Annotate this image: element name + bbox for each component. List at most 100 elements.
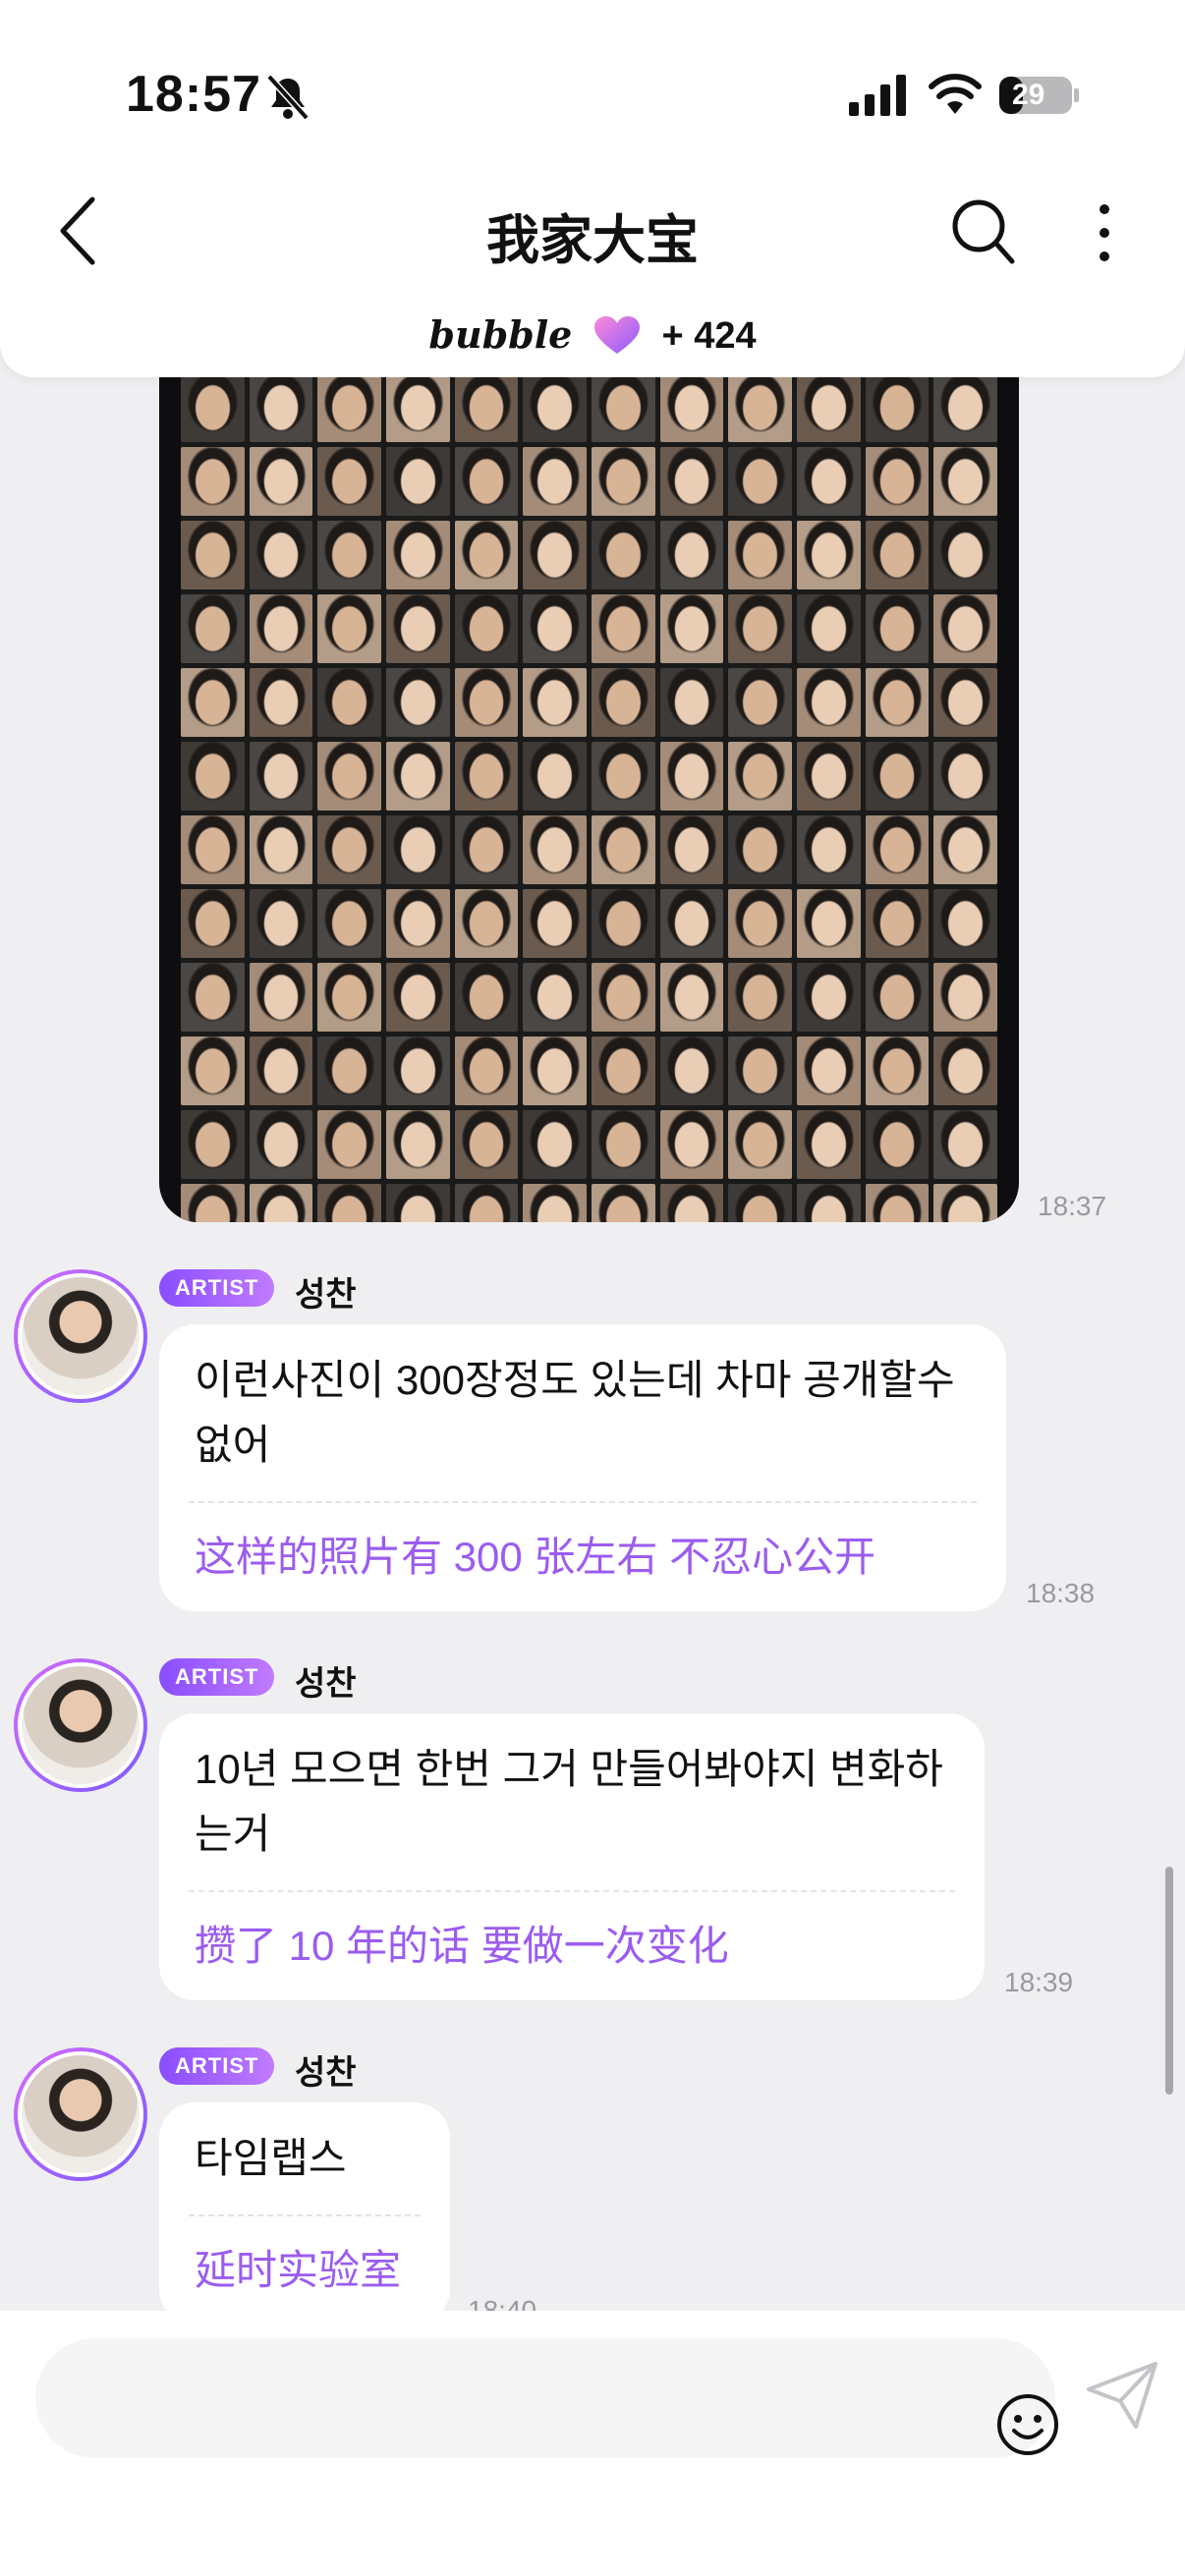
message-bubble[interactable]: 이런사진이 300장정도 있는데 차마 공개할수 없어 这样的照片有 300 张…	[159, 1324, 1006, 1611]
artist-badge: ARTIST	[159, 1269, 275, 1307]
photo-tile	[385, 373, 450, 442]
photo-tile	[523, 668, 587, 737]
message-translation: 延时实验室	[195, 2247, 402, 2293]
photo-tile	[796, 742, 861, 811]
message-input-bar	[0, 2311, 1185, 2576]
emoji-button[interactable]	[994, 2391, 1061, 2458]
photo-tile	[454, 1184, 519, 1222]
photo-tile	[865, 1036, 930, 1105]
photo-tile	[659, 594, 724, 663]
photo-message[interactable]	[159, 373, 1019, 1222]
photo-tile	[181, 889, 245, 958]
photo-tile	[249, 521, 313, 589]
photo-tile	[933, 889, 997, 958]
avatar[interactable]	[14, 2047, 147, 2181]
photo-tile	[523, 1110, 587, 1179]
photo-tile	[454, 1110, 519, 1179]
message-time: 18:37	[1038, 1191, 1107, 1221]
photo-tile	[454, 668, 519, 737]
photo-tile	[933, 521, 997, 589]
message-text: 타임랩스	[195, 2135, 347, 2181]
photo-tile	[249, 594, 313, 663]
photo-tile	[659, 889, 724, 958]
photo-tile	[523, 447, 587, 516]
photo-tile	[591, 447, 655, 516]
battery-level: 29	[1012, 79, 1045, 111]
message-translation: 这样的照片有 300 张左右 不忍心公开	[195, 1534, 876, 1580]
photo-tile	[728, 1184, 792, 1222]
photo-tile	[385, 889, 450, 958]
photo-tile	[796, 963, 861, 1032]
photo-tile	[659, 815, 724, 884]
sender-name: 성찬	[295, 2054, 357, 2092]
send-button[interactable]	[1085, 2360, 1159, 2431]
message-text: 이런사진이 300장정도 있는데 차마 공개할수 없어	[195, 1357, 955, 1468]
message-time: 18:39	[1004, 1967, 1074, 1997]
sender-name: 성찬	[295, 1665, 357, 1703]
photo-tile	[659, 1110, 724, 1179]
photo-tile	[249, 889, 313, 958]
photo-tile	[865, 889, 930, 958]
photo-tile	[317, 594, 381, 663]
photo-tile	[385, 742, 450, 811]
photo-tile	[933, 373, 997, 442]
scrollbar[interactable]	[1165, 1867, 1173, 2095]
photo-tile	[865, 521, 930, 589]
photo-tile	[385, 1110, 450, 1179]
message-bubble[interactable]: 10년 모으면 한번 그거 만들어봐야지 변화하는거 攒了 10 年的话 要做一…	[159, 1713, 985, 2000]
message-bubble[interactable]: 타임랩스 延时实验室	[159, 2102, 450, 2324]
photo-tile	[865, 447, 930, 516]
search-button[interactable]	[949, 196, 1016, 269]
photo-tile	[181, 742, 245, 811]
sender-name: 성찬	[295, 1276, 357, 1314]
photo-tile	[728, 742, 792, 811]
photo-tile	[659, 1036, 724, 1105]
photo-tile	[249, 815, 313, 884]
photo-tile	[454, 815, 519, 884]
message-input[interactable]	[35, 2338, 1058, 2458]
photo-tile	[385, 668, 450, 737]
photo-tile	[933, 1110, 997, 1179]
photo-tile	[933, 1036, 997, 1105]
photo-tile	[659, 742, 724, 811]
photo-tile	[385, 1036, 450, 1105]
photo-tile	[249, 668, 313, 737]
photo-tile	[317, 963, 381, 1032]
photo-tile	[317, 668, 381, 737]
bubble-count: + 424	[661, 315, 757, 357]
more-options-button[interactable]	[1085, 201, 1124, 264]
photo-tile	[728, 1110, 792, 1179]
photo-tile	[317, 1184, 381, 1222]
photo-tile	[865, 815, 930, 884]
photo-tile	[454, 742, 519, 811]
photo-tile	[591, 815, 655, 884]
photo-tile	[796, 594, 861, 663]
photo-tile	[728, 373, 792, 442]
photo-tile	[796, 447, 861, 516]
bell-off-icon	[266, 74, 310, 121]
photo-tile	[317, 742, 381, 811]
avatar[interactable]	[14, 1658, 147, 1792]
photo-tile	[523, 963, 587, 1032]
photo-tile	[796, 668, 861, 737]
message-translation: 攒了 10 年的话 要做一次变化	[195, 1923, 729, 1969]
photo-tile	[591, 668, 655, 737]
photo-tile	[249, 742, 313, 811]
bubble-logo: bubble	[428, 312, 573, 357]
photo-tile	[796, 815, 861, 884]
battery-icon: 29	[998, 73, 1081, 118]
photo-tile	[659, 963, 724, 1032]
photo-tile	[385, 594, 450, 663]
photo-tile	[523, 889, 587, 958]
photo-tile	[728, 1036, 792, 1105]
header: 18:57 29 我家大宝 bubble + 424	[0, 0, 1185, 377]
photo-tile	[865, 1184, 930, 1222]
photo-tile	[181, 815, 245, 884]
avatar[interactable]	[14, 1269, 147, 1403]
photo-tile	[659, 447, 724, 516]
photo-tile	[454, 963, 519, 1032]
photo-tile	[728, 668, 792, 737]
message-text: 10년 모으면 한번 그거 만들어봐야지 변화하는거	[195, 1746, 943, 1857]
photo-tile	[385, 1184, 450, 1222]
photo-tile	[181, 1110, 245, 1179]
